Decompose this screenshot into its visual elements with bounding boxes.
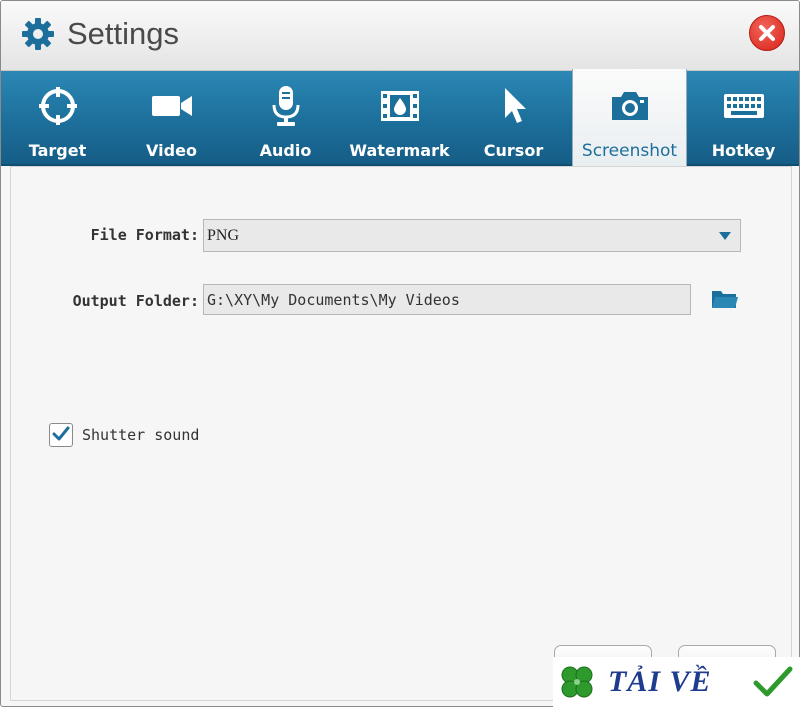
shutter-sound-label: Shutter sound [82,426,200,444]
tab-screenshot[interactable]: Screenshot [572,69,687,166]
output-folder-label: Output Folder: [72,292,199,310]
tab-label: Cursor [483,141,544,160]
tab-target[interactable]: Target [1,71,114,164]
green-check-icon [753,666,793,697]
title-bar: Settings [1,1,799,71]
tab-cursor[interactable]: Cursor [457,71,570,164]
screenshot-settings-panel: File Format: PNG Output Folder: Shutter … [10,166,792,701]
video-camera-icon [151,96,192,116]
cursor-arrow-icon [504,88,526,123]
close-icon [759,25,775,41]
watermark-text: TẢI VỀ [608,665,712,698]
tab-audio[interactable]: Audio [229,71,342,164]
tab-label: Hotkey [711,141,776,160]
tab-hotkey[interactable]: Hotkey [687,71,799,164]
tab-bar: Target Video Audio Watermark Cursor Scre… [1,69,799,166]
file-format-label: File Format: [90,226,199,244]
tab-label: Video [146,141,197,160]
taive-watermark: TẢI VỀ [553,657,800,707]
shutter-sound-checkbox[interactable] [49,423,73,447]
crosshair-icon [38,87,77,125]
gear-icon [22,18,54,50]
tab-label: Watermark [349,141,450,160]
window-title: Settings [67,16,180,51]
tab-label: Audio [259,141,312,160]
microphone-icon [272,86,299,126]
file-format-select[interactable]: PNG [203,219,741,252]
open-folder-icon[interactable] [711,287,739,311]
settings-window: Settings Target Video Audio Watermark Cu… [0,0,800,707]
clover-logo-icon [561,666,593,698]
chevron-down-icon [719,232,731,240]
tab-label: Target [28,141,87,160]
tab-label: Screenshot [581,141,678,161]
output-folder-input[interactable] [203,284,691,315]
camera-icon [611,92,648,120]
tab-watermark[interactable]: Watermark [343,71,456,164]
file-format-value: PNG [207,227,240,244]
checkmark-icon [52,426,70,441]
tab-video[interactable]: Video [115,71,228,164]
film-watermark-icon [380,91,419,121]
keyboard-icon [723,94,764,118]
close-button[interactable] [749,15,785,51]
